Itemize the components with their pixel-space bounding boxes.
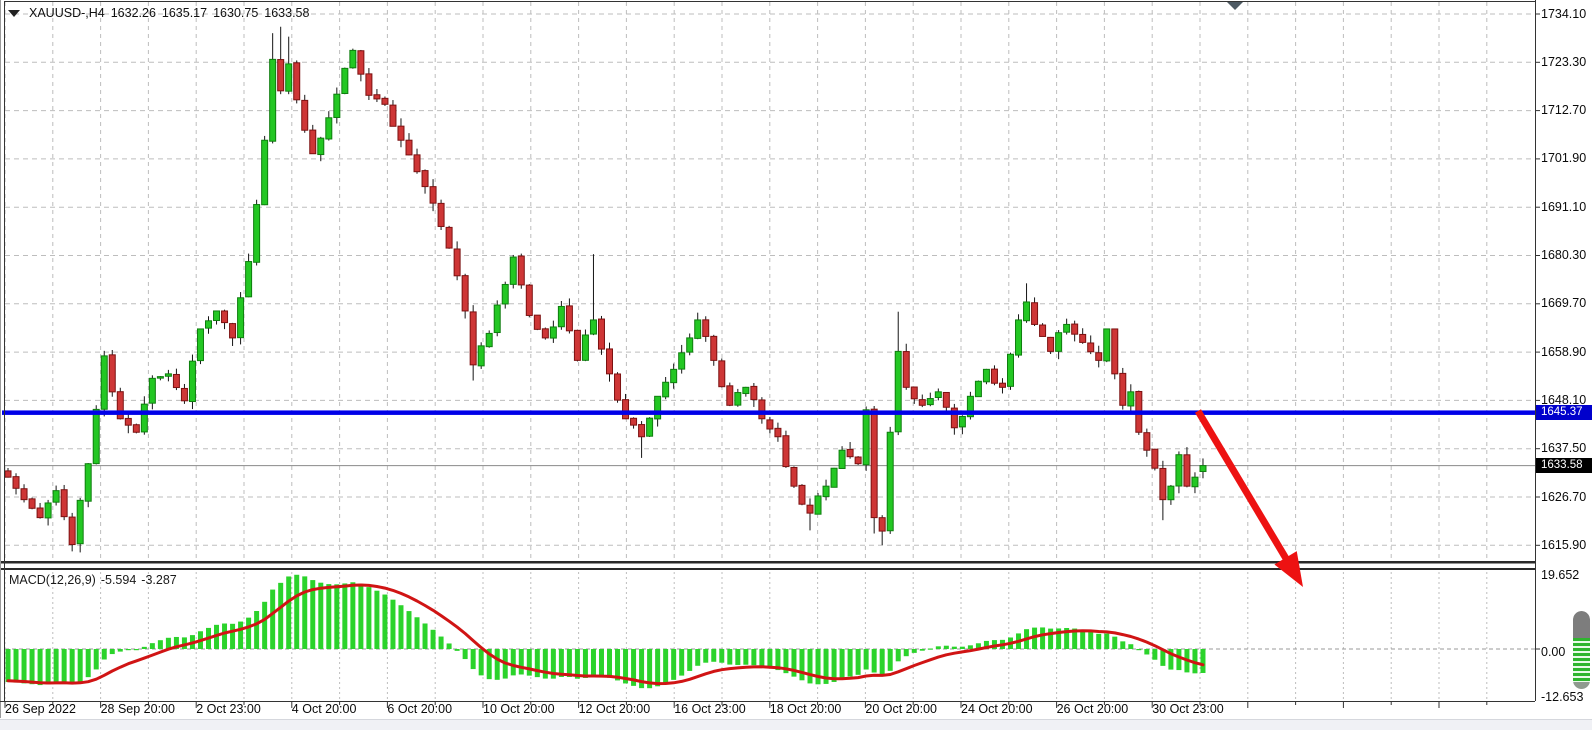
time-axis-label: 18 Oct 20:00 [770,702,842,717]
time-axis-label: 16 Oct 23:00 [674,702,746,717]
bottom-scrollbar-track[interactable] [0,719,1592,730]
price-axis-label: 1691.10 [1541,200,1586,215]
chart-canvas[interactable] [0,0,1592,730]
price-axis-label: 1658.90 [1541,345,1586,360]
time-axis-label: 30 Oct 23:00 [1152,702,1224,717]
macd-scale-min: -12.653 [1541,690,1583,705]
time-axis-label: 24 Oct 20:00 [961,702,1033,717]
scrollbar-thumb[interactable] [1573,611,1590,689]
time-axis-label: 26 Oct 20:00 [1057,702,1129,717]
time-axis-label: 10 Oct 20:00 [483,702,555,717]
dropdown-arrow-icon[interactable] [1227,2,1243,10]
price-axis-label: 1701.90 [1541,151,1586,166]
price-axis-label: 1615.90 [1541,538,1586,553]
macd-signal-value: -3.287 [141,573,176,587]
price-axis-label: 1680.30 [1541,248,1586,263]
macd-name: MACD(12,26,9) [9,573,96,587]
macd-indicator-label: MACD(12,26,9) -5.594 -3.287 [9,573,177,587]
scrollbar-cap [1573,611,1590,638]
price-axis-label: 1712.70 [1541,103,1586,118]
price-axis-label: 1723.30 [1541,55,1586,70]
time-axis-label: 26 Sep 2022 [5,702,76,717]
price-axis-label: 1669.70 [1541,296,1586,311]
symbol-dropdown-icon[interactable] [8,10,20,17]
price-axis-label: 1626.70 [1541,490,1586,505]
ohlc-open: 1632.26 [111,6,156,20]
ohlc-close: 1633.58 [264,6,309,20]
price-axis-label: 1637.50 [1541,441,1586,456]
time-axis-label: 20 Oct 20:00 [865,702,937,717]
macd-scale-max: 19.652 [1541,568,1579,583]
ohlc-high: 1635.17 [162,6,207,20]
scrollbar-stripes [1573,638,1590,682]
time-axis-label: 12 Oct 20:00 [579,702,651,717]
time-axis-label: 28 Sep 20:00 [101,702,175,717]
trading-chart-window: XAUUSD-,H4 1632.26 1635.17 1630.75 1633.… [0,0,1592,730]
macd-scale-zero: 0.00 [1541,645,1565,660]
macd-value: -5.594 [101,573,136,587]
symbol-timeframe-label: XAUUSD-,H4 [29,6,105,20]
current-price-badge: 1633.58 [1536,458,1592,473]
time-axis-label: 2 Oct 23:00 [196,702,261,717]
price-axis-label: 1734.10 [1541,7,1586,22]
hline-price-badge: 1645.37 [1536,405,1592,420]
time-axis-label: 4 Oct 20:00 [292,702,357,717]
time-axis-label: 6 Oct 20:00 [387,702,452,717]
chart-header: XAUUSD-,H4 1632.26 1635.17 1630.75 1633.… [8,6,309,20]
ohlc-low: 1630.75 [213,6,258,20]
